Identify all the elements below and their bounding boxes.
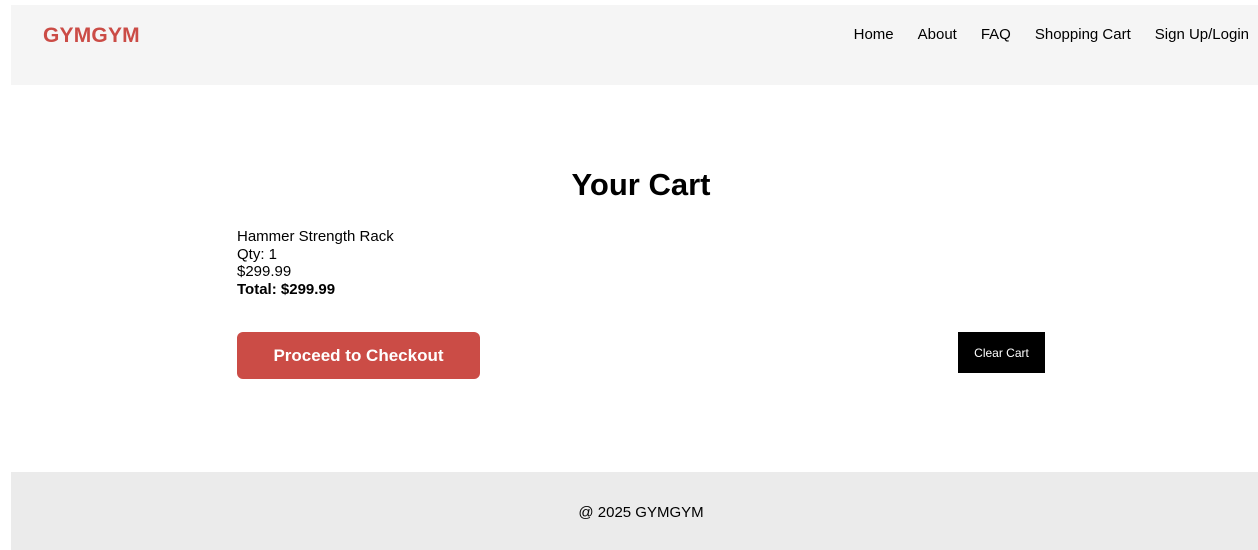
page-title: Your Cart: [571, 167, 711, 202]
nav-link-signup-login[interactable]: Sign Up/Login: [1155, 26, 1249, 43]
footer-copyright: @ 2025 GYMGYM: [578, 504, 704, 521]
nav-link-home[interactable]: Home: [854, 26, 894, 43]
nav-link-faq[interactable]: FAQ: [981, 26, 1011, 43]
cart-item: Hammer Strength Rack Qty: 1 $299.99 Tota…: [237, 228, 394, 298]
site-header: GYMGYM Home About FAQ Shopping Cart Sign…: [11, 5, 1258, 85]
site-logo[interactable]: GYMGYM: [43, 24, 140, 48]
clear-cart-button[interactable]: Clear Cart: [958, 332, 1045, 373]
item-quantity: Qty: 1: [237, 245, 278, 263]
main-nav: Home About FAQ Shopping Cart Sign Up/Log…: [854, 26, 1249, 43]
nav-link-shopping-cart[interactable]: Shopping Cart: [1035, 26, 1131, 43]
site-footer: @ 2025 GYMGYM: [11, 472, 1258, 550]
item-price: $299.99: [237, 263, 292, 280]
nav-link-about[interactable]: About: [918, 26, 957, 43]
item-name: Hammer Strength Rack: [237, 228, 394, 245]
page: GYMGYM Home About FAQ Shopping Cart Sign…: [0, 0, 1258, 550]
cart-total: Total: $299.99: [237, 280, 336, 298]
proceed-to-checkout-button[interactable]: Proceed to Checkout: [237, 332, 480, 379]
